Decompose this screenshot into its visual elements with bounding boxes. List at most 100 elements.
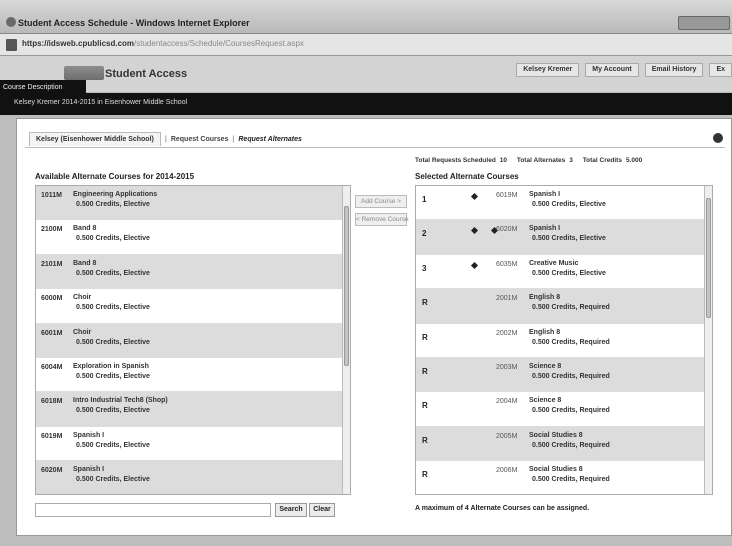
course-credits: 0.500 Credits, Required bbox=[532, 338, 610, 346]
search-input[interactable] bbox=[35, 503, 271, 517]
priority-marker-icon[interactable] bbox=[470, 227, 479, 235]
selected-scrollbar[interactable] bbox=[704, 186, 712, 494]
priority-label: R bbox=[422, 401, 428, 411]
available-scrollbar[interactable] bbox=[342, 186, 350, 494]
scroll-thumb[interactable] bbox=[344, 206, 349, 366]
course-credits: 0.500 Credits, Required bbox=[532, 372, 610, 380]
course-code: 2001M bbox=[496, 295, 518, 303]
selected-courses-list[interactable]: 1 6019M Spanish I 0.500 Credits, Elective 2 6… bbox=[415, 185, 713, 495]
course-credits: 0.500 Credits, Elective bbox=[76, 372, 150, 380]
tab-divider bbox=[25, 147, 725, 148]
course-credits: 0.500 Credits, Elective bbox=[532, 269, 606, 277]
course-name: Spanish I bbox=[73, 431, 105, 439]
selected-course-row[interactable]: R 2006M Social Studies 8 0.500 Credits, Req… bbox=[416, 461, 712, 494]
available-course-row[interactable]: 1011M Engineering Applications 0.500 Credi… bbox=[36, 186, 350, 221]
available-course-row[interactable]: 2101M Band 8 0.500 Credits, Elective bbox=[36, 254, 350, 290]
course-code: 2101M bbox=[41, 260, 63, 268]
available-course-row[interactable]: 6004M Exploration in Spanish 0.500 Credits… bbox=[36, 358, 350, 393]
priority-label: 3 bbox=[422, 263, 427, 273]
course-name: English 8 bbox=[529, 294, 561, 302]
priority-label: R bbox=[422, 470, 428, 480]
available-course-row[interactable]: 6000M Choir 0.500 Credits, Elective bbox=[36, 289, 350, 324]
max-alternates-note: A maximum of 4 Alternate Courses can be … bbox=[415, 505, 590, 512]
course-credits: 0.500 Credits, Elective bbox=[76, 304, 150, 312]
page-icon bbox=[6, 39, 17, 51]
selected-course-row[interactable]: 3 6035M Creative Music 0.500 Credits, Elect… bbox=[416, 255, 712, 290]
link-exit[interactable]: Ex bbox=[709, 63, 732, 77]
course-credits: 0.500 Credits, Elective bbox=[76, 269, 150, 277]
selected-course-row[interactable]: 2 6020M Spanish I 0.500 Credits, Elective bbox=[416, 220, 712, 255]
window-controls[interactable] bbox=[678, 16, 730, 30]
clear-button[interactable]: Clear bbox=[309, 503, 335, 517]
course-credits: 0.500 Credits, Required bbox=[532, 441, 610, 449]
course-code: 2100M bbox=[41, 226, 63, 234]
selected-course-row[interactable]: R 2005M Social Studies 8 0.500 Credits, Req… bbox=[416, 426, 712, 462]
settings-icon[interactable] bbox=[713, 133, 723, 143]
scroll-thumb[interactable] bbox=[706, 198, 711, 318]
course-name: Choir bbox=[73, 294, 92, 302]
tab-strip: Kelsey (Eisenhower Middle School) | Requ… bbox=[29, 131, 302, 147]
course-name: Intro Industrial Tech8 (Shop) bbox=[73, 397, 168, 405]
course-code: 6001M bbox=[41, 329, 63, 337]
link-my-account[interactable]: My Account bbox=[585, 63, 639, 77]
course-code: 6004M bbox=[41, 363, 63, 371]
course-code: 6018M bbox=[41, 398, 63, 406]
link-email-history[interactable]: Email History bbox=[644, 63, 704, 77]
url-field[interactable]: https://idsweb.cpublicsd.com/studentacce… bbox=[22, 39, 442, 52]
tab-student[interactable]: Kelsey (Eisenhower Middle School) bbox=[29, 132, 161, 146]
selected-course-row[interactable]: R 2001M English 8 0.500 Credits, Required bbox=[416, 289, 712, 324]
priority-label: R bbox=[422, 366, 428, 376]
course-code: 2005M bbox=[496, 432, 518, 440]
link-user-name[interactable]: Kelsey Kremer bbox=[516, 63, 580, 77]
context-bar: Kelsey Kremer 2014-2015 in Eisenhower Mi… bbox=[0, 93, 732, 115]
priority-marker-icon[interactable] bbox=[470, 192, 479, 201]
course-code: 2004M bbox=[496, 398, 518, 406]
course-credits: 0.500 Credits, Elective bbox=[76, 235, 150, 243]
course-name: Science 8 bbox=[529, 397, 562, 405]
priority-label: R bbox=[422, 332, 428, 342]
selected-course-row[interactable]: 1 6019M Spanish I 0.500 Credits, Elective bbox=[416, 186, 712, 221]
available-course-row[interactable]: 6019M Spanish I 0.500 Credits, Elective bbox=[36, 427, 350, 462]
course-credits: 0.500 Credits, Elective bbox=[76, 476, 150, 484]
course-credits: 0.500 Credits, Elective bbox=[76, 441, 150, 449]
course-code: 2003M bbox=[496, 363, 518, 371]
course-name: Creative Music bbox=[529, 259, 579, 267]
available-course-row[interactable]: 2100M Band 8 0.500 Credits, Elective bbox=[36, 220, 350, 255]
course-name: Social Studies 8 bbox=[529, 466, 583, 474]
course-name: Band 8 bbox=[73, 225, 97, 233]
address-bar: https://idsweb.cpublicsd.com/studentacce… bbox=[0, 34, 732, 56]
course-code: 6020M bbox=[41, 467, 63, 475]
course-credits: 0.500 Credits, Required bbox=[532, 476, 610, 484]
tab-request-courses[interactable]: Request Courses bbox=[171, 136, 229, 143]
course-credits: 0.500 Credits, Elective bbox=[76, 201, 150, 208]
app-logo bbox=[64, 66, 104, 80]
search-button[interactable]: Search bbox=[275, 503, 307, 517]
add-course-button[interactable]: Add Course > bbox=[355, 195, 407, 208]
selected-course-row[interactable]: R 2004M Science 8 0.500 Credits, Required bbox=[416, 392, 712, 427]
course-name: Exploration in Spanish bbox=[73, 362, 149, 370]
course-credits: 0.500 Credits, Required bbox=[532, 407, 610, 415]
priority-label: R bbox=[422, 298, 428, 308]
available-course-row[interactable]: 6020M Spanish I 0.500 Credits, Elective bbox=[36, 461, 350, 494]
window-titlebar: Student Access Schedule - Windows Intern… bbox=[0, 0, 732, 34]
tab-request-alternates[interactable]: Request Alternates bbox=[238, 136, 302, 143]
priority-label: 2 bbox=[422, 229, 427, 239]
app-header: Student Access Kelsey Kremer My Account … bbox=[0, 56, 732, 92]
course-code: 6000M bbox=[41, 295, 63, 303]
available-course-row[interactable]: 6001M Choir 0.500 Credits, Elective bbox=[36, 323, 350, 358]
selected-course-row[interactable]: R 2003M Science 8 0.500 Credits, Required bbox=[416, 357, 712, 393]
priority-marker-icon[interactable] bbox=[470, 261, 479, 269]
course-credits: 0.500 Credits, Elective bbox=[532, 235, 606, 243]
available-course-row[interactable]: 6018M Intro Industrial Tech8 (Shop) 0.500 … bbox=[36, 392, 350, 427]
course-credits: 0.500 Credits, Elective bbox=[76, 407, 150, 415]
course-name: Spanish I bbox=[529, 225, 561, 233]
course-code: 1011M bbox=[41, 192, 63, 199]
remove-course-button[interactable]: < Remove Course bbox=[355, 213, 409, 226]
course-name: Social Studies 8 bbox=[529, 431, 583, 439]
available-courses-list[interactable]: 1011M Engineering Applications 0.500 Credi… bbox=[35, 185, 351, 495]
selected-course-row[interactable]: R 2002M English 8 0.500 Credits, Required bbox=[416, 324, 712, 358]
course-name: Choir bbox=[73, 328, 92, 336]
course-credits: 0.500 Credits, Elective bbox=[76, 338, 150, 346]
window-title: Student Access Schedule - Windows Intern… bbox=[18, 18, 250, 28]
course-name: Spanish I bbox=[73, 466, 105, 474]
